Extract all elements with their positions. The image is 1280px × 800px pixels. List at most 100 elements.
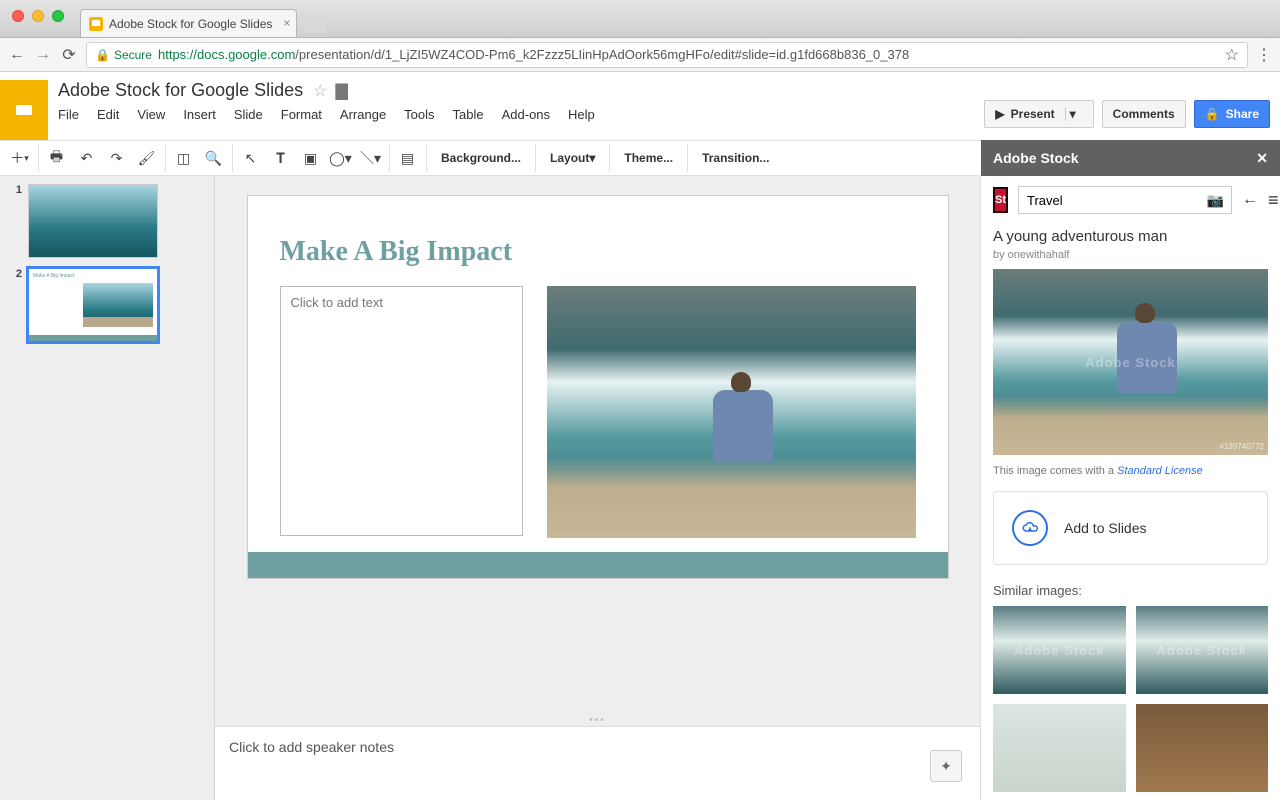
window-close-icon[interactable]	[12, 10, 24, 22]
close-icon[interactable]: ✕	[1256, 150, 1268, 167]
preview-watermark: Adobe Stock	[993, 269, 1268, 455]
redo-icon[interactable]: ↷	[103, 144, 131, 172]
preview-id: #139740772	[1220, 442, 1265, 451]
hamburger-icon[interactable]: ≡	[1268, 190, 1279, 211]
thumb-row-1[interactable]: 1	[10, 184, 204, 258]
layout-button[interactable]: Layout ▾	[540, 144, 605, 172]
zoom-icon[interactable]: 🔍	[200, 144, 228, 172]
cloud-download-icon	[1012, 510, 1048, 546]
undo-icon[interactable]: ↶	[73, 144, 101, 172]
license-prefix: This image comes with a	[993, 465, 1117, 477]
camera-icon[interactable]: 📷	[1207, 192, 1224, 209]
slide-image[interactable]	[547, 286, 916, 538]
paint-format-icon[interactable]: 🖌	[133, 144, 161, 172]
transition-button[interactable]: Transition...	[692, 144, 779, 172]
license-text: This image comes with a Standard License	[993, 465, 1268, 477]
slide[interactable]: Make A Big Impact Click to add text	[248, 196, 948, 578]
explore-button[interactable]: ✦	[930, 750, 962, 782]
browser-tab[interactable]: Adobe Stock for Google Slides ×	[80, 9, 297, 37]
image-author: by onewithahalf	[993, 249, 1268, 261]
line-tool-icon[interactable]: ＼▾	[357, 144, 385, 172]
bookmark-star-icon[interactable]: ☆	[1225, 45, 1239, 65]
slide-title[interactable]: Make A Big Impact	[280, 236, 916, 268]
theme-button[interactable]: Theme...	[614, 144, 683, 172]
menu-addons[interactable]: Add-ons	[502, 107, 550, 122]
forward-icon: →	[34, 46, 52, 64]
present-button[interactable]: ▶ Present ▾	[984, 100, 1093, 128]
menu-insert[interactable]: Insert	[183, 107, 216, 122]
comment-icon[interactable]: ▤	[394, 144, 422, 172]
notes-resize-handle[interactable]: •••	[215, 714, 980, 726]
slide-panel: 1 2 Make A Big Impact	[0, 176, 215, 800]
person-figure	[713, 390, 783, 490]
tab-close-icon[interactable]: ×	[283, 16, 290, 30]
zoom-fit-icon[interactable]: ◫	[170, 144, 198, 172]
window-zoom-icon[interactable]	[52, 10, 64, 22]
canvas-wrap: Make A Big Impact Click to add text	[215, 176, 980, 800]
address-bar[interactable]: 🔒 Secure https://docs.google.com /presen…	[86, 42, 1248, 68]
menu-view[interactable]: View	[137, 107, 165, 122]
menu-arrange[interactable]: Arrange	[340, 107, 386, 122]
browser-toolbar: ← → ⟳ 🔒 Secure https://docs.google.com /…	[0, 38, 1280, 72]
new-tab-button[interactable]	[300, 15, 327, 33]
folder-icon[interactable]: ▇	[336, 81, 348, 101]
canvas[interactable]: Make A Big Impact Click to add text	[215, 176, 980, 714]
add-label: Add to Slides	[1064, 520, 1147, 536]
sidebar-body: A young adventurous man by onewithahalf …	[981, 224, 1280, 800]
window-minimize-icon[interactable]	[32, 10, 44, 22]
add-to-slides-button[interactable]: Add to Slides	[993, 491, 1268, 565]
reload-icon[interactable]: ⟳	[60, 46, 78, 64]
menu-table[interactable]: Table	[453, 107, 484, 122]
menu-bar: File Edit View Insert Slide Format Arran…	[58, 101, 984, 128]
menu-tools[interactable]: Tools	[404, 107, 434, 122]
slide-thumbnail[interactable]	[28, 184, 158, 258]
shape-tool-icon[interactable]: ◯▾	[327, 144, 355, 172]
print-icon[interactable]: 🖶	[43, 144, 71, 172]
menu-format[interactable]: Format	[281, 107, 322, 122]
thumb-row-2[interactable]: 2 Make A Big Impact	[10, 268, 204, 342]
similar-thumbnail[interactable]: Adobe Stock	[993, 606, 1126, 694]
new-slide-button[interactable]: ＋▾	[6, 144, 34, 172]
browser-tab-strip: Adobe Stock for Google Slides ×	[0, 0, 1280, 38]
image-title: A young adventurous man	[993, 228, 1268, 245]
text-placeholder[interactable]: Click to add text	[280, 286, 523, 536]
similar-heading: Similar images:	[993, 583, 1268, 598]
image-tool-icon[interactable]: ▣	[297, 144, 325, 172]
similar-thumbnail[interactable]	[993, 704, 1126, 792]
similar-thumbnail[interactable]	[1136, 704, 1269, 792]
notes-placeholder: Click to add speaker notes	[229, 739, 394, 755]
select-tool-icon[interactable]: ↖	[237, 144, 265, 172]
adobe-stock-sidebar: Adobe Stock ✕ St 📷 ← ≡ A young adventuro…	[980, 176, 1280, 800]
menu-help[interactable]: Help	[568, 107, 595, 122]
slides-logo-icon[interactable]	[0, 80, 48, 140]
slide-thumbnail[interactable]: Make A Big Impact	[28, 268, 158, 342]
background-button[interactable]: Background...	[431, 144, 531, 172]
url-host: https://docs.google.com	[158, 47, 295, 62]
lock-icon: 🔒	[95, 48, 110, 62]
back-icon[interactable]: ←	[8, 46, 26, 64]
document-title[interactable]: Adobe Stock for Google Slides	[58, 80, 303, 101]
search-input[interactable]	[1018, 186, 1232, 214]
license-link[interactable]: Standard License	[1117, 465, 1203, 477]
similar-thumbnail[interactable]: Adobe Stock	[1136, 606, 1269, 694]
chevron-down-icon[interactable]: ▾	[1065, 107, 1083, 121]
similar-grid: Adobe Stock Adobe Stock	[993, 606, 1268, 792]
slides-header: Adobe Stock for Google Slides ☆ ▇ File E…	[0, 72, 1280, 140]
thumb-number: 1	[10, 184, 22, 258]
textbox-tool-icon[interactable]: 𝐓	[267, 144, 295, 172]
menu-edit[interactable]: Edit	[97, 107, 119, 122]
image-preview[interactable]: Adobe Stock #139740772	[993, 269, 1268, 455]
menu-file[interactable]: File	[58, 107, 79, 122]
sidebar-header: Adobe Stock ✕	[981, 140, 1280, 176]
speaker-notes[interactable]: Click to add speaker notes ✦	[215, 726, 980, 800]
share-label: Share	[1226, 107, 1259, 121]
share-button[interactable]: 🔒 Share	[1194, 100, 1270, 128]
back-arrow-icon[interactable]: ←	[1242, 191, 1258, 209]
sidebar-title: Adobe Stock	[993, 150, 1079, 166]
browser-menu-icon[interactable]: ⋮	[1256, 45, 1272, 65]
star-icon[interactable]: ☆	[313, 81, 327, 101]
url-display: https://docs.google.com /presentation/d/…	[158, 47, 909, 62]
comments-button[interactable]: Comments	[1102, 100, 1186, 128]
menu-slide[interactable]: Slide	[234, 107, 263, 122]
comments-label: Comments	[1113, 107, 1175, 121]
